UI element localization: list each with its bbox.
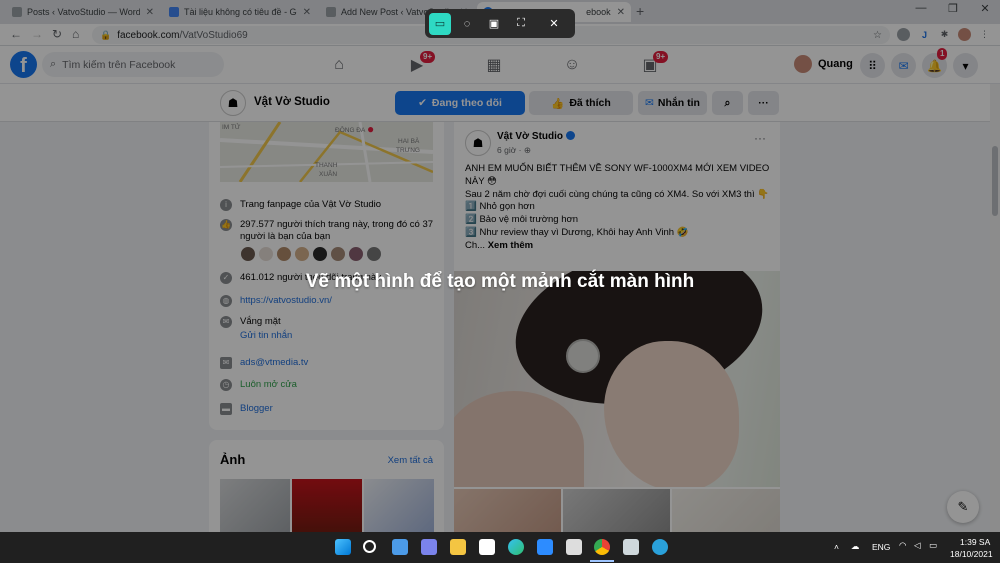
battery-icon[interactable]: ▭ [929, 540, 937, 551]
zoom-icon[interactable] [537, 539, 553, 555]
clock-time[interactable]: 1:39 SA [960, 537, 990, 547]
snip-hint: Vẽ một hình để tạo một mảnh cắt màn hình [305, 271, 695, 292]
edge-icon[interactable] [508, 539, 524, 555]
tray-chevron-icon[interactable]: ˄ [834, 542, 839, 552]
fullscreen-snip-icon[interactable]: ⛶ [510, 13, 532, 35]
chrome-icon[interactable] [594, 539, 610, 555]
snip-close-button[interactable]: ✕ [543, 13, 565, 35]
cloud-icon[interactable]: ☁ [851, 541, 860, 552]
notion-icon[interactable] [479, 539, 495, 555]
task-view-icon[interactable] [392, 539, 408, 555]
volume-icon[interactable]: ◁ [914, 540, 921, 551]
wifi-icon[interactable]: ◠ [899, 540, 906, 551]
file-explorer-icon[interactable] [450, 539, 466, 555]
snip-toolbar: ▭ ◌ ▣ ⛶ ✕ [425, 9, 575, 38]
window-snip-icon[interactable]: ▣ [483, 13, 505, 35]
clock-date[interactable]: 18/10/2021 [950, 549, 993, 559]
language-indicator[interactable]: ENG [872, 542, 890, 552]
teams-chat-icon[interactable] [421, 539, 437, 555]
windows-taskbar: ˄ ☁ ENG ◠ ◁ ▭ 1:39 SA 18/10/2021 [0, 532, 1000, 563]
search-icon[interactable] [363, 540, 376, 553]
active-app-indicator [590, 560, 614, 562]
snip-dim-overlay[interactable] [0, 0, 1000, 532]
store-icon[interactable] [566, 539, 582, 555]
telegram-icon[interactable] [652, 539, 668, 555]
rectangular-snip-icon[interactable]: ▭ [429, 12, 451, 35]
freeform-snip-icon[interactable]: ◌ [456, 13, 478, 35]
app-icon[interactable] [623, 539, 639, 555]
start-icon[interactable] [335, 539, 351, 555]
